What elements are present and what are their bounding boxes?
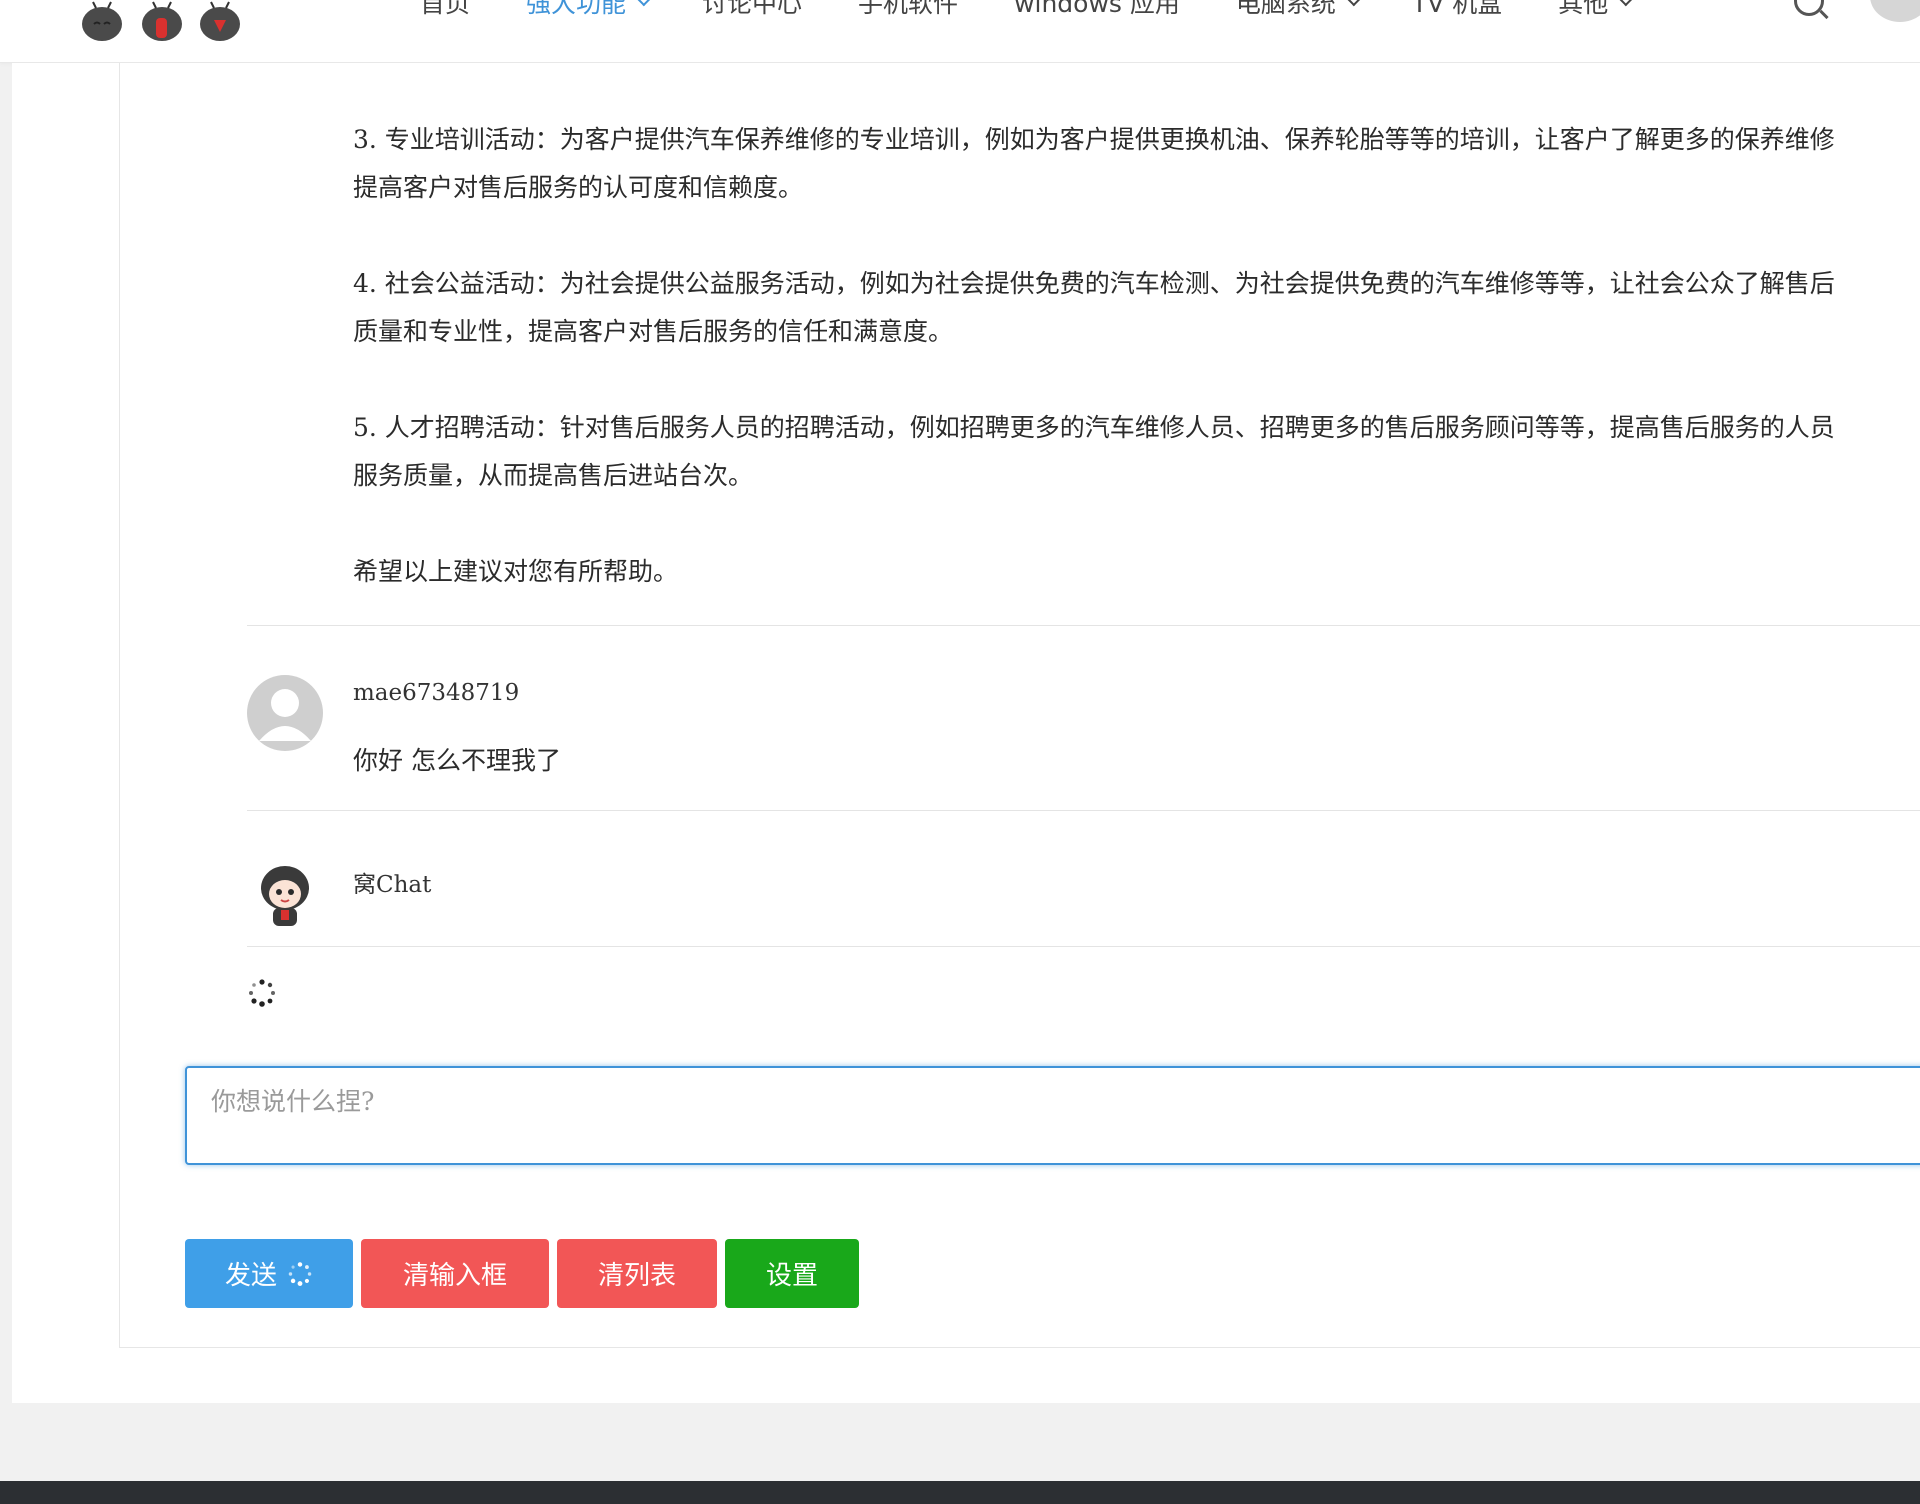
top-navigation-bar: 首页 强大功能 讨论中心 手机软件 windows 应用 电脑系统 TV 机盒 … <box>0 0 1920 63</box>
answer-line: 5. 人才招聘活动：针对售后服务人员的招聘活动，例如招聘更多的汽车维修人员、招聘… <box>353 413 1835 442</box>
nav-item-discussion[interactable]: 讨论中心 <box>702 0 802 20</box>
answer-paragraph: 5. 人才招聘活动：针对售后服务人员的招聘活动，例如招聘更多的汽车维修人员、招聘… <box>353 404 1913 500</box>
message-text: 你好 怎么不理我了 <box>353 746 561 775</box>
clear-input-button-label: 清输入框 <box>402 1261 507 1291</box>
chat-input[interactable] <box>185 1066 1920 1165</box>
settings-button-label: 设置 <box>765 1261 818 1291</box>
assistant-answer: 3. 专业培训活动：为客户提供汽车保养维修的专业培训，例如为客户提供更换机油、保… <box>353 116 1913 644</box>
loading-spinner-icon <box>288 1261 312 1286</box>
site-logo[interactable] <box>80 0 250 46</box>
send-button[interactable]: 发送 <box>185 1239 353 1308</box>
nav-item-mobile-apps[interactable]: 手机软件 <box>858 0 958 20</box>
logo-blob-icon <box>142 1 182 41</box>
message-divider <box>247 625 1920 626</box>
clear-list-button-label: 清列表 <box>597 1261 676 1291</box>
message-author: 窝Chat <box>353 872 432 898</box>
nav-item-tv-box[interactable]: TV 机盒 <box>1412 0 1502 20</box>
nav-item-label: TV 机盒 <box>1411 0 1503 18</box>
nav-item-label: 首页 <box>420 0 471 18</box>
answer-line: 服务质量，从而提高售后进站台次。 <box>353 461 754 490</box>
message-divider <box>247 810 1920 811</box>
nav-item-label: 强大功能 <box>526 0 627 18</box>
nav-item-label: windows 应用 <box>1014 0 1180 18</box>
nav-item-label: 手机软件 <box>858 0 959 18</box>
answer-line: 希望以上建议对您有所帮助。 <box>353 557 679 586</box>
answer-line: 3. 专业培训活动：为客户提供汽车保养维修的专业培训，例如为客户提供更换机油、保… <box>353 125 1835 154</box>
settings-button[interactable]: 设置 <box>725 1239 859 1308</box>
answer-line: 4. 社会公益活动：为社会提供公益服务活动，例如为社会提供免费的汽车检测、为社会… <box>353 269 1835 298</box>
user-avatar[interactable] <box>1870 0 1920 22</box>
answer-line: 提高客户对售后服务的认可度和信赖度。 <box>353 173 804 202</box>
default-user-avatar <box>247 675 323 751</box>
loading-spinner-icon <box>249 979 275 1007</box>
answer-line: 质量和专业性，提高客户对售后服务的信任和满意度。 <box>353 317 954 346</box>
logo-blob-icon <box>82 1 122 41</box>
nav-item-windows-apps[interactable]: windows 应用 <box>1014 0 1180 20</box>
chat-bot-avatar <box>247 858 323 934</box>
answer-paragraph: 4. 社会公益活动：为社会提供公益服务活动，例如为社会提供免费的汽车检测、为社会… <box>353 260 1913 356</box>
chevron-down-icon <box>1619 0 1634 7</box>
nav-item-pc-systems[interactable]: 电脑系统 <box>1235 0 1361 20</box>
message-author: mae67348719 <box>353 680 520 706</box>
answer-paragraph: 3. 专业培训活动：为客户提供汽车保养维修的专业培训，例如为客户提供更换机油、保… <box>353 116 1913 212</box>
answer-paragraph: 希望以上建议对您有所帮助。 <box>353 548 1913 596</box>
nav-item-label: 其他 <box>1558 0 1609 18</box>
clear-list-button[interactable]: 清列表 <box>557 1239 717 1308</box>
nav-item-label: 讨论中心 <box>702 0 803 18</box>
chevron-down-icon <box>636 0 651 7</box>
nav-item-features[interactable]: 强大功能 <box>526 0 651 20</box>
search-icon[interactable] <box>1794 0 1824 16</box>
nav-item-other[interactable]: 其他 <box>1558 0 1634 20</box>
chevron-down-icon <box>1346 0 1361 7</box>
send-button-label: 发送 <box>224 1261 277 1291</box>
logo-blob-icon <box>200 1 240 41</box>
page-footer <box>0 1481 1920 1504</box>
nav-item-label: 电脑系统 <box>1235 0 1336 18</box>
clear-input-button[interactable]: 清输入框 <box>361 1239 549 1308</box>
message-divider <box>247 946 1920 947</box>
main-nav: 首页 强大功能 讨论中心 手机软件 windows 应用 电脑系统 TV 机盒 … <box>420 0 1684 22</box>
nav-item-home[interactable]: 首页 <box>420 0 470 20</box>
